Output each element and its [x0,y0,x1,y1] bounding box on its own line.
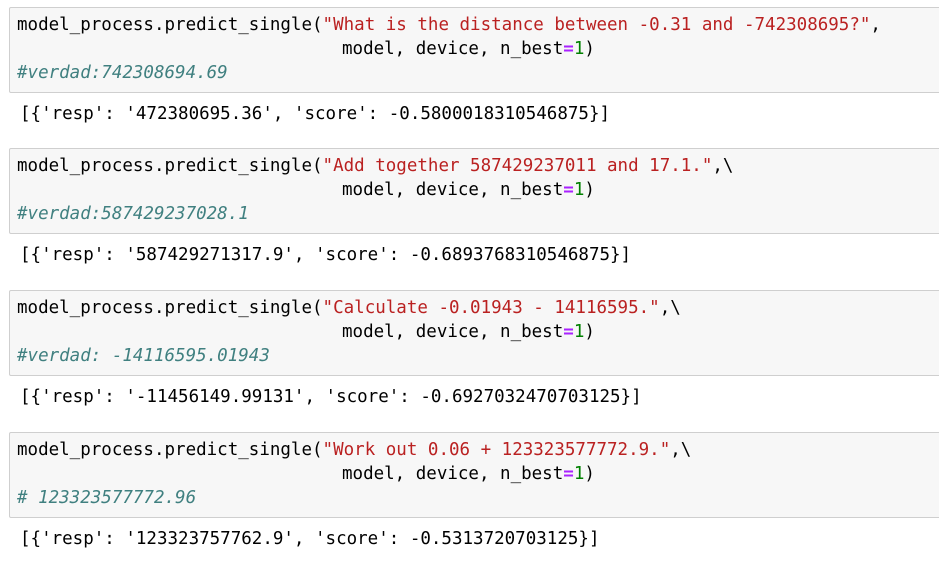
args-text: model, device, n_best [342,464,564,484]
function-call: model_process.predict_single( [17,298,323,318]
cell-output: [{'resp': '123323757762.9', 'score': -0.… [20,529,600,549]
code-input-area[interactable]: model_process.predict_single("Calculate … [9,290,939,376]
code-line-args: model, device, n_best=1) [342,179,595,201]
string-argument: "Calculate -0.01943 - 14116595." [322,298,660,318]
code-line-args: model, device, n_best=1) [342,38,595,60]
equals-operator: = [563,322,574,342]
code-comment: #verdad: -14116595.01943 [17,346,270,366]
string-argument: "Work out 0.06 + 123323577772.9." [322,440,671,460]
notebook-cell-3: model_process.predict_single("Calculate … [0,283,939,423]
cell-output: [{'resp': '587429271317.9', 'score': -0.… [20,245,632,265]
code-line-args: model, device, n_best=1) [342,321,595,343]
n-best-value: 1 [573,322,585,342]
n-best-value: 1 [573,39,585,59]
function-call: model_process.predict_single( [17,156,323,176]
close-paren: ) [584,39,595,59]
code-line-call: model_process.predict_single("What is th… [17,14,881,36]
n-best-value: 1 [573,464,585,484]
code-input-area[interactable]: model_process.predict_single("What is th… [9,7,939,93]
notebook-cell-2: model_process.predict_single("Add togeth… [0,141,939,281]
code-comment: #verdad:742308694.69 [17,63,228,83]
code-line-args: model, device, n_best=1) [342,463,595,485]
line-tail: , [870,15,881,35]
line-tail: ,\ [670,440,692,460]
args-text: model, device, n_best [342,322,564,342]
code-comment: #verdad:587429237028.1 [17,204,249,224]
code-input-area[interactable]: model_process.predict_single("Work out 0… [9,432,939,518]
equals-operator: = [563,464,574,484]
code-comment: # 123323577772.96 [17,488,197,508]
close-paren: ) [584,322,595,342]
line-tail: ,\ [712,156,734,176]
notebook-cell-1: model_process.predict_single("What is th… [0,0,939,140]
line-tail: ,\ [659,298,681,318]
string-argument: "Add together 587429237011 and 17.1." [322,156,713,176]
close-paren: ) [584,180,595,200]
n-best-value: 1 [573,180,585,200]
equals-operator: = [563,180,574,200]
code-line-call: model_process.predict_single("Add togeth… [17,155,733,177]
cell-output: [{'resp': '-11456149.99131', 'score': -0… [20,387,642,407]
code-input-area[interactable]: model_process.predict_single("Add togeth… [9,148,939,234]
close-paren: ) [584,464,595,484]
code-line-call: model_process.predict_single("Calculate … [17,297,681,319]
function-call: model_process.predict_single( [17,440,323,460]
notebook-cell-4: model_process.predict_single("Work out 0… [0,425,939,565]
args-text: model, device, n_best [342,39,564,59]
equals-operator: = [563,39,574,59]
cell-output: [{'resp': '472380695.36', 'score': -0.58… [20,104,611,124]
code-line-call: model_process.predict_single("Work out 0… [17,439,691,461]
string-argument: "What is the distance between -0.31 and … [322,15,871,35]
function-call: model_process.predict_single( [17,15,323,35]
args-text: model, device, n_best [342,180,564,200]
